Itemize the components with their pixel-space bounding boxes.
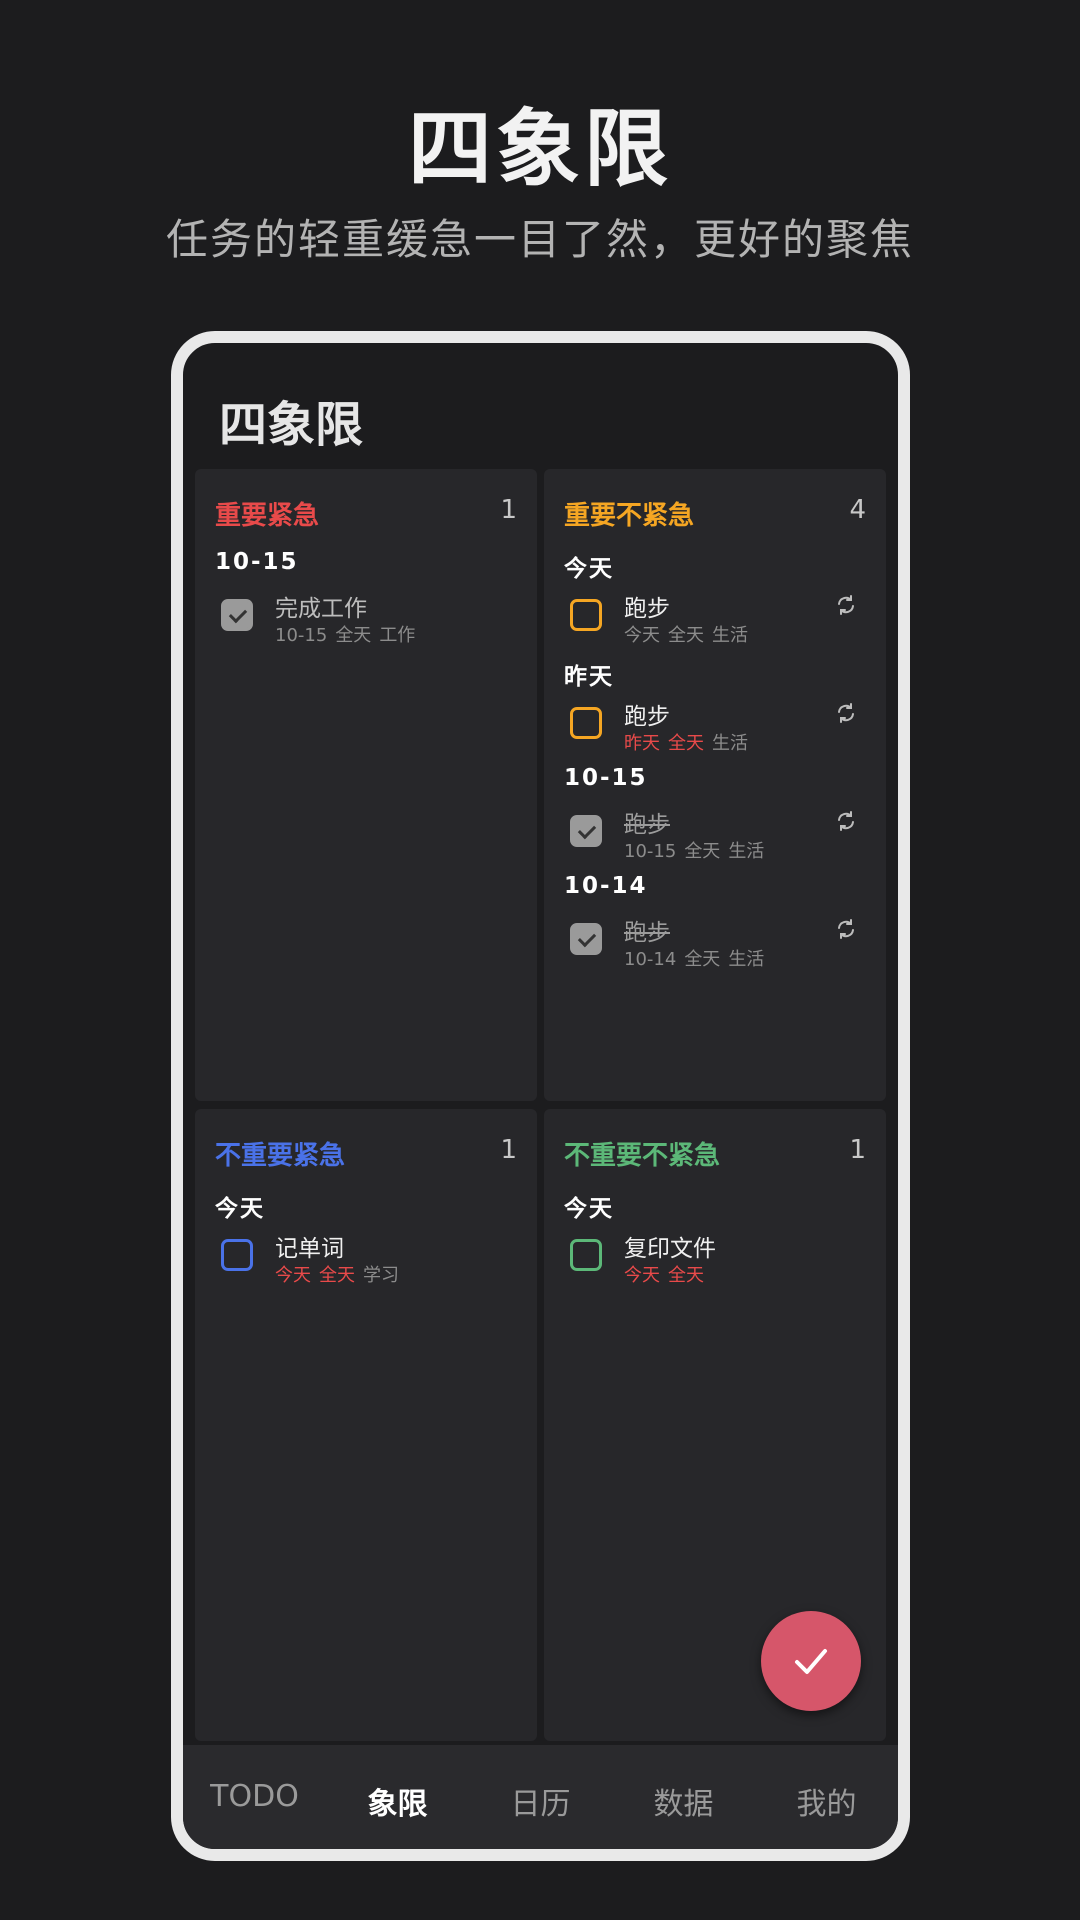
phone-frame: 四象限 重要紧急 1 10-15 完成工作 10-15 全天 工作 重要不紧急 4 今天 跑步 今天… bbox=[171, 331, 910, 1861]
repeat-icon bbox=[834, 917, 858, 941]
task-checkbox[interactable] bbox=[570, 1239, 602, 1271]
quadrant-title: 不重要不紧急 bbox=[564, 1141, 721, 1171]
task-time: 全天 bbox=[668, 733, 704, 754]
date-group-label: 10-14 bbox=[564, 873, 648, 899]
quadrant-important-not-urgent[interactable]: 重要不紧急 4 今天 跑步 今天 全天 生活 昨天 跑步 昨天 全天 生活 10-15 跑步 10-15 全天… bbox=[544, 469, 886, 1101]
quadrant-grid: 重要紧急 1 10-15 完成工作 10-15 全天 工作 重要不紧急 4 今天 跑步 今天 全天 生活… bbox=[195, 469, 886, 1749]
quadrant-count: 1 bbox=[500, 1135, 517, 1165]
task-name: 跑步 bbox=[624, 812, 670, 838]
task-meta: 10-15 全天 工作 bbox=[275, 621, 423, 647]
page-title: 四象限 bbox=[219, 397, 364, 453]
quadrant-title: 不重要紧急 bbox=[215, 1141, 346, 1171]
task-time: 全天 bbox=[684, 841, 721, 862]
quadrant-header: 不重要紧急 1 bbox=[215, 1135, 517, 1175]
task-item[interactable]: 完成工作 10-15 全天 工作 bbox=[215, 589, 517, 659]
task-date: 今天 bbox=[624, 1265, 660, 1286]
task-date: 昨天 bbox=[624, 733, 660, 754]
task-date: 10-15 bbox=[275, 625, 328, 646]
date-group-label: 今天 bbox=[564, 556, 614, 582]
task-item[interactable]: 记单词 今天 全天 学习 bbox=[215, 1229, 517, 1299]
task-name: 复印文件 bbox=[624, 1236, 716, 1262]
task-date: 今天 bbox=[624, 625, 660, 646]
task-item[interactable]: 跑步 10-15 全天 生活 bbox=[564, 805, 866, 875]
quadrant-header: 重要不紧急 4 bbox=[564, 495, 866, 535]
task-date: 10-15 bbox=[624, 841, 677, 862]
task-tag: 生活 bbox=[712, 625, 748, 646]
tab-1[interactable]: 象限 bbox=[326, 1779, 469, 1823]
date-group-label: 今天 bbox=[215, 1196, 265, 1222]
quadrant-count: 1 bbox=[500, 495, 517, 525]
task-item[interactable]: 跑步 10-14 全天 生活 bbox=[564, 913, 866, 983]
quadrant-count: 1 bbox=[849, 1135, 866, 1165]
task-time: 全天 bbox=[668, 625, 704, 646]
task-name: 跑步 bbox=[624, 596, 670, 622]
bottom-tab-bar: TODO 象限 日历 数据 我的 bbox=[183, 1745, 898, 1849]
task-checkbox[interactable] bbox=[570, 707, 602, 739]
tab-0[interactable]: TODO bbox=[183, 1779, 326, 1814]
task-time: 全天 bbox=[319, 1265, 355, 1286]
task-tag: 工作 bbox=[379, 625, 416, 646]
task-meta: 今天 全天 生活 bbox=[624, 621, 756, 647]
task-time: 全天 bbox=[668, 1265, 704, 1286]
task-checkbox[interactable] bbox=[570, 923, 602, 955]
quadrant-not-important-urgent[interactable]: 不重要紧急 1 今天 记单词 今天 全天 学习 bbox=[195, 1109, 537, 1741]
task-item[interactable]: 复印文件 今天 全天 bbox=[564, 1229, 866, 1299]
tab-2[interactable]: 日历 bbox=[469, 1779, 612, 1823]
task-meta: 10-15 全天 生活 bbox=[624, 837, 772, 863]
task-meta: 今天 全天 bbox=[624, 1261, 712, 1287]
tab-3[interactable]: 数据 bbox=[612, 1779, 755, 1823]
date-group-label: 昨天 bbox=[564, 664, 614, 690]
repeat-icon bbox=[834, 809, 858, 833]
task-checkbox[interactable] bbox=[221, 1239, 253, 1271]
repeat-icon bbox=[834, 593, 858, 617]
hero-subtitle: 任务的轻重缓急一目了然，更好的聚焦 bbox=[165, 215, 914, 264]
quadrant-header: 不重要不紧急 1 bbox=[564, 1135, 866, 1175]
task-tag: 生活 bbox=[728, 841, 765, 862]
quadrant-title: 重要不紧急 bbox=[564, 501, 695, 531]
task-time: 全天 bbox=[684, 949, 721, 970]
task-item[interactable]: 跑步 今天 全天 生活 bbox=[564, 589, 866, 659]
task-name: 完成工作 bbox=[275, 596, 367, 622]
task-tag: 学习 bbox=[363, 1265, 399, 1286]
date-group-label: 10-15 bbox=[215, 549, 299, 575]
task-name: 跑步 bbox=[624, 704, 670, 730]
task-tag: 生活 bbox=[712, 733, 748, 754]
task-checkbox[interactable] bbox=[570, 815, 602, 847]
check-icon bbox=[795, 1649, 827, 1674]
task-name: 记单词 bbox=[275, 1236, 344, 1262]
task-date: 今天 bbox=[275, 1265, 311, 1286]
tab-4[interactable]: 我的 bbox=[755, 1779, 898, 1823]
date-group-label: 10-15 bbox=[564, 765, 648, 791]
task-checkbox[interactable] bbox=[221, 599, 253, 631]
repeat-icon bbox=[834, 701, 858, 725]
quadrant-count: 4 bbox=[849, 495, 866, 525]
task-meta: 昨天 全天 生活 bbox=[624, 729, 756, 755]
task-tag: 生活 bbox=[728, 949, 765, 970]
task-name: 跑步 bbox=[624, 920, 670, 946]
task-meta: 今天 全天 学习 bbox=[275, 1261, 407, 1287]
quadrant-important-urgent[interactable]: 重要紧急 1 10-15 完成工作 10-15 全天 工作 bbox=[195, 469, 537, 1101]
quadrant-header: 重要紧急 1 bbox=[215, 495, 517, 535]
complete-fab-button[interactable] bbox=[761, 1611, 861, 1711]
quadrant-title: 重要紧急 bbox=[215, 501, 320, 531]
task-date: 10-14 bbox=[624, 949, 677, 970]
hero-title: 四象限 bbox=[407, 100, 672, 198]
date-group-label: 今天 bbox=[564, 1196, 614, 1222]
task-time: 全天 bbox=[335, 625, 372, 646]
task-meta: 10-14 全天 生活 bbox=[624, 945, 772, 971]
task-checkbox[interactable] bbox=[570, 599, 602, 631]
task-item[interactable]: 跑步 昨天 全天 生活 bbox=[564, 697, 866, 767]
